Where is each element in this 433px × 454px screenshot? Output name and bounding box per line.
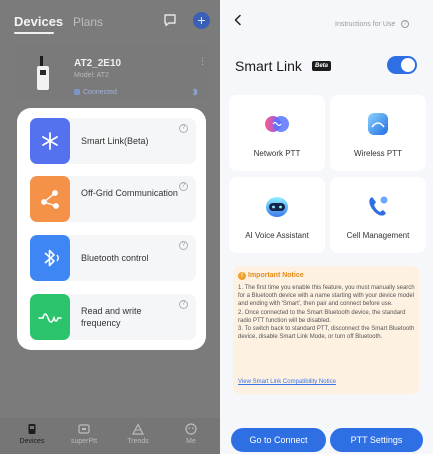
feature-label: Cell Management xyxy=(346,231,410,240)
menu-item-label: Bluetooth control xyxy=(81,253,149,263)
feature-label: Wireless PTT xyxy=(354,149,402,158)
device-model: Model: AT2 xyxy=(74,72,109,79)
devices-screen: Devices Plans + AT2_2E10 ⋮ Model: AT2 Co… xyxy=(0,0,220,454)
device-status: Connected xyxy=(74,89,117,96)
ai-assistant-icon xyxy=(266,197,288,217)
smart-link-screen: Instructions for Use ? Smart Link Beta N… xyxy=(220,0,433,454)
feature-label: AI Voice Assistant xyxy=(245,231,309,240)
off-grid-icon xyxy=(30,176,70,222)
ptt-settings-button[interactable]: PTT Settings xyxy=(330,428,423,452)
feature-card-ai-voice-assistant[interactable]: AI Voice Assistant xyxy=(229,177,325,253)
help-icon[interactable]: ? xyxy=(179,241,188,250)
menu-item-read-write-frequency[interactable]: Read and write frequency ? xyxy=(30,294,196,340)
back-arrow-icon[interactable] xyxy=(233,14,243,26)
help-icon[interactable]: ? xyxy=(179,300,188,309)
help-icon[interactable]: ? xyxy=(179,182,188,191)
menu-item-smart-link[interactable]: Smart Link(Beta) ? xyxy=(30,118,196,164)
instructions-link[interactable]: Instructions for Use xyxy=(335,21,395,28)
tabbar-label: superPtt xyxy=(70,438,98,445)
help-icon[interactable]: ? xyxy=(401,20,409,28)
notice-text: 1. The first time you enable this featur… xyxy=(238,285,415,341)
beta-badge: Beta xyxy=(312,61,332,71)
device-status-text: Connected xyxy=(83,89,117,96)
network-ptt-icon xyxy=(265,116,289,132)
menu-item-label: Read and write frequency xyxy=(81,306,142,328)
feature-card-cell-management[interactable]: Cell Management xyxy=(330,177,426,253)
feature-popup: Smart Link(Beta) ? Off-Grid Communicatio… xyxy=(17,108,206,350)
menu-item-label: Off-Grid Communication xyxy=(81,188,178,198)
toggle-knob xyxy=(401,58,415,72)
tab-devices[interactable]: Devices xyxy=(14,14,63,29)
notice-title: Important Notice xyxy=(248,272,304,279)
frequency-icon xyxy=(30,294,70,340)
notice-body: 1. The first time you enable this featur… xyxy=(238,284,416,341)
radio-device-icon xyxy=(37,56,49,90)
tab-plans[interactable]: Plans xyxy=(73,15,103,29)
menu-item-bluetooth-control[interactable]: Bluetooth control ? xyxy=(30,235,196,281)
feature-card-network-ptt[interactable]: Network PTT xyxy=(229,95,325,171)
smart-link-toggle[interactable] xyxy=(387,56,417,74)
smart-link-icon xyxy=(30,118,70,164)
wireless-ptt-icon xyxy=(368,113,388,135)
page-title: Smart Link xyxy=(235,58,302,74)
superptt-icon xyxy=(78,424,90,434)
feature-label: Network PTT xyxy=(253,149,301,158)
chat-icon[interactable] xyxy=(163,13,177,27)
tabbar-label: Trends xyxy=(127,438,149,445)
menu-item-label: Smart Link(Beta) xyxy=(81,136,149,146)
help-icon[interactable]: ? xyxy=(179,124,188,133)
cell-management-icon xyxy=(369,196,388,216)
device-name: AT2_2E10 xyxy=(74,58,122,69)
feature-card-wireless-ptt[interactable]: Wireless PTT xyxy=(330,95,426,171)
tab-devices-indicator xyxy=(14,32,54,34)
tabbar-item-me[interactable]: Me xyxy=(169,422,213,445)
compatibility-notice-link[interactable]: View Smart Link Compatibility Notice xyxy=(238,379,336,385)
devices-icon xyxy=(28,424,36,434)
important-notice: ! Important Notice 1. The first time you… xyxy=(233,266,419,394)
tabbar-item-devices[interactable]: Devices xyxy=(10,422,54,445)
connected-icon xyxy=(74,89,80,95)
me-icon xyxy=(185,423,197,435)
tabbar-item-trends[interactable]: Trends xyxy=(116,422,160,445)
bluetooth-control-icon xyxy=(30,235,70,281)
bluetooth-icon xyxy=(192,87,198,97)
add-device-button[interactable]: + xyxy=(193,12,210,29)
trends-icon xyxy=(132,423,144,435)
devices-header: Devices Plans + xyxy=(0,0,220,40)
menu-item-off-grid[interactable]: Off-Grid Communication ? xyxy=(30,176,196,222)
more-icon[interactable]: ⋮ xyxy=(198,56,207,67)
tabbar-label: Me xyxy=(186,438,196,445)
go-to-connect-button[interactable]: Go to Connect xyxy=(231,428,326,452)
bottom-tab-bar: Devices superPtt Trends Me xyxy=(0,418,220,454)
tabbar-item-superptt[interactable]: superPtt xyxy=(62,422,106,445)
tabbar-label: Devices xyxy=(19,438,45,445)
